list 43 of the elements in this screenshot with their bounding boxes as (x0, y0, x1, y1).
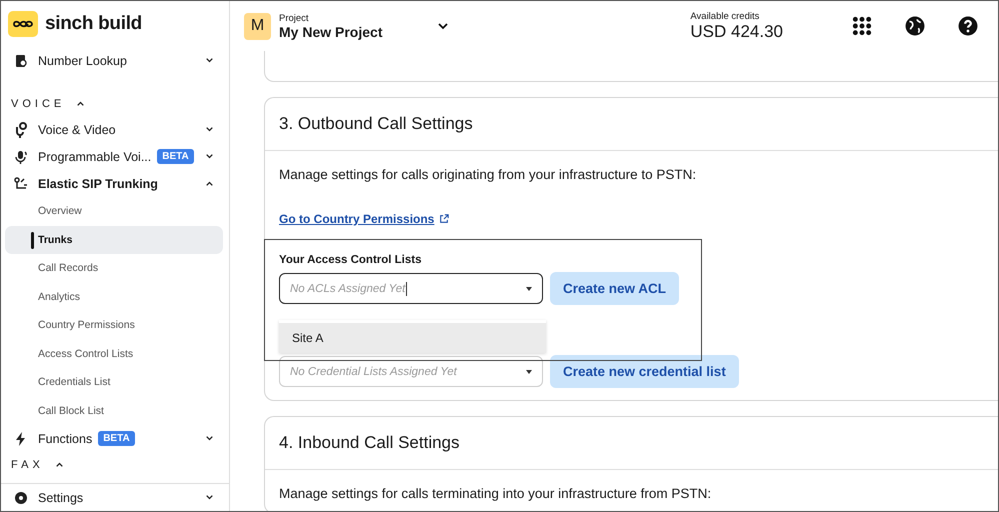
nav-subitem[interactable]: Call Records (5, 254, 223, 283)
credits-amount: USD 424.30 (690, 22, 783, 42)
section-title: 3. Outbound Call Settings (265, 98, 998, 151)
beta-badge: BETA (98, 431, 135, 446)
nav-item[interactable]: Voice & Video (38, 122, 116, 137)
nav-item[interactable]: Functions (38, 432, 92, 446)
nav-subitem[interactable]: Trunks (5, 226, 223, 254)
credits-caption: Available credits (690, 10, 760, 22)
apps-grid-icon[interactable] (852, 16, 872, 36)
section-description: Manage settings for calls terminating into your infrastructure from PSTN: (279, 486, 712, 501)
microphone-icon (13, 122, 29, 138)
beta-badge: BETA (157, 149, 194, 164)
nav-item[interactable]: Elastic SIP Trunking (38, 176, 158, 191)
gear-icon (13, 490, 29, 506)
nav-subitem[interactable]: Overview (5, 197, 223, 226)
nav-subitem[interactable]: Access Control Lists (5, 340, 223, 368)
section-label: FAX (11, 458, 44, 471)
nav-item[interactable]: Number Lookup (38, 54, 127, 68)
nav-item[interactable]: Settings (38, 490, 84, 505)
dropdown-option[interactable]: Site A (279, 323, 546, 353)
logo-icon (8, 11, 38, 38)
country-permissions-link[interactable]: Go to Country Permissions (279, 212, 450, 226)
field-label: Your Access Control Lists (279, 254, 423, 266)
section-description: Manage settings for calls originating from your infrastructure to PSTN: (279, 167, 698, 182)
globe-icon[interactable] (905, 16, 925, 36)
create-acl-button[interactable]: Create new ACL (550, 272, 680, 305)
section-label: VOICE (11, 98, 66, 110)
project-name[interactable]: My New Project (279, 24, 429, 40)
section-title: 4. Inbound Call Settings (265, 417, 998, 470)
nav-subitem[interactable]: Analytics (5, 282, 223, 312)
project-caption: Project (279, 12, 310, 24)
create-credential-list-button[interactable]: Create new credential list (550, 355, 739, 388)
network-icon (13, 176, 29, 192)
help-icon[interactable] (958, 16, 978, 36)
nav-item[interactable]: Programmable Voi... (38, 150, 152, 164)
phone-search-icon (13, 52, 29, 69)
external-link-icon[interactable] (439, 214, 450, 224)
project-avatar: M (244, 12, 271, 40)
nav-subitem[interactable]: Credentials List (5, 368, 223, 397)
nav-subitem[interactable]: Call Block List (5, 396, 223, 426)
nav-subitem[interactable]: Country Permissions (5, 311, 223, 340)
microphone-icon (13, 148, 29, 165)
brand-name: sinch build (45, 13, 142, 36)
